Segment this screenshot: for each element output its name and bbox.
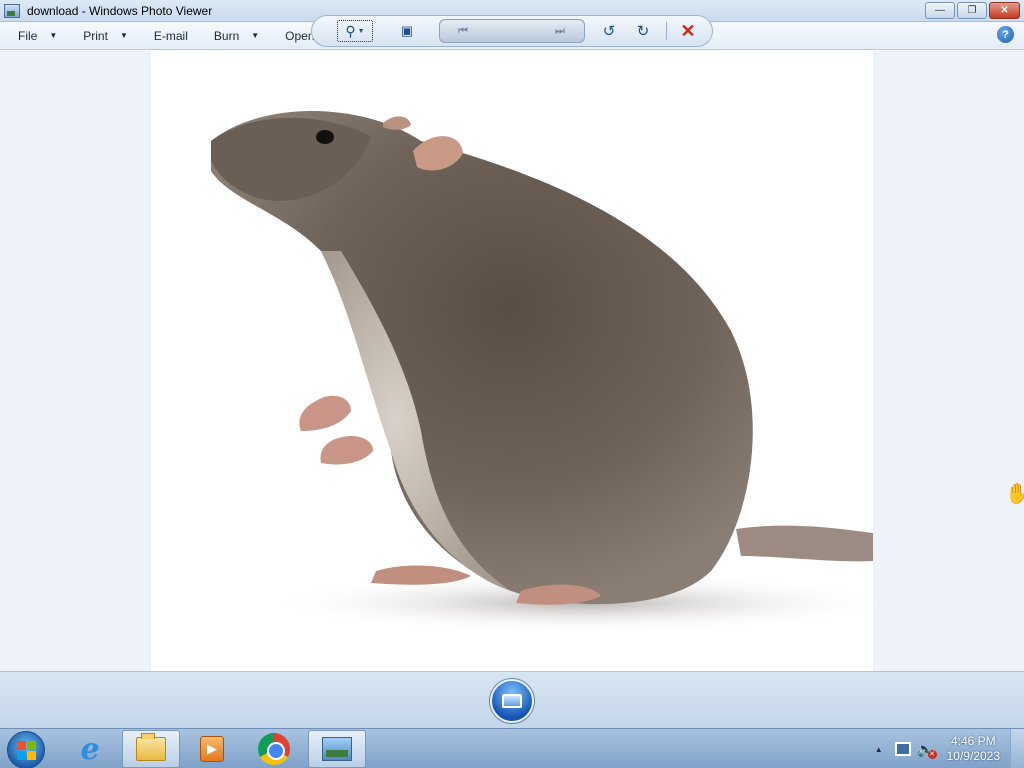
close-button[interactable]: ✕ <box>989 2 1020 19</box>
displayed-photo <box>151 51 873 671</box>
chevron-down-icon: ▼ <box>119 31 128 40</box>
muted-badge-icon: ✕ <box>927 750 937 759</box>
image-viewport[interactable]: ✋ <box>0 51 1024 671</box>
windows-logo-tile <box>26 740 36 750</box>
help-icon[interactable]: ? <box>997 26 1014 43</box>
menu-file-label: File <box>18 28 38 43</box>
chevron-down-icon: ▼ <box>357 27 365 35</box>
taskbar: e ▶ ▲ 🔈 ✕ 4:46 PM 10/9/2023 <box>0 728 1024 768</box>
clock[interactable]: 4:46 PM 10/9/2023 <box>947 734 1000 764</box>
chrome-icon <box>258 733 290 765</box>
taskbar-media-player[interactable]: ▶ <box>183 730 241 768</box>
taskbar-windows-explorer[interactable] <box>122 730 180 768</box>
taskbar-chrome[interactable] <box>245 730 303 768</box>
rotate-counterclockwise-button[interactable]: ↺ <box>598 20 620 42</box>
close-icon: ✕ <box>1000 5 1009 16</box>
menu-file[interactable]: File ▼ <box>0 22 65 50</box>
menu-email-label: E-mail <box>153 28 188 43</box>
delete-button[interactable]: ✕ <box>677 20 699 42</box>
previous-icon: ⏮ <box>458 24 468 37</box>
actual-size-icon: ▣ <box>400 23 414 38</box>
photo-viewer-icon <box>322 737 352 761</box>
show-hidden-icons-icon[interactable]: ▲ <box>875 745 883 754</box>
internet-explorer-icon: e <box>80 731 100 767</box>
slideshow-button[interactable] <box>490 679 534 723</box>
previous-button[interactable]: ⏮ <box>452 20 474 42</box>
zoom-icon: ⚲ <box>345 22 356 39</box>
media-player-icon: ▶ <box>200 736 224 762</box>
network-icon[interactable] <box>894 742 911 756</box>
system-tray: ▲ 🔈 ✕ 4:46 PM 10/9/2023 <box>875 729 1024 768</box>
windows-logo-icon <box>16 740 26 750</box>
next-button[interactable]: ⏭ <box>549 20 571 42</box>
rotate-clockwise-icon: ↻ <box>636 23 650 40</box>
actual-size-button[interactable]: ▣ <box>397 20 417 42</box>
slideshow-icon <box>502 694 522 708</box>
next-icon: ⏭ <box>555 24 565 37</box>
menu-burn[interactable]: Burn ▼ <box>196 22 267 50</box>
photo-viewer-icon <box>4 3 20 18</box>
windows-logo-tile <box>26 750 36 760</box>
menu-print[interactable]: Print ▼ <box>65 22 136 50</box>
restore-button[interactable]: ❐ <box>957 2 987 19</box>
window-controls: — ❐ ✕ <box>925 2 1020 19</box>
window-title: download - Windows Photo Viewer <box>27 3 213 18</box>
menu-print-label: Print <box>83 28 108 43</box>
menu-burn-label: Burn <box>213 28 240 43</box>
rotate-counterclockwise-icon: ↺ <box>602 23 616 40</box>
toolbar-divider <box>666 22 667 40</box>
volume-muted-icon[interactable]: 🔈 ✕ <box>917 741 937 759</box>
minimize-button[interactable]: — <box>925 2 955 19</box>
windows-explorer-icon <box>136 733 166 761</box>
menu-email[interactable]: E-mail <box>136 22 196 50</box>
delete-icon: ✕ <box>680 20 696 41</box>
show-desktop-button[interactable] <box>1010 729 1024 768</box>
windows-logo-tile <box>16 750 26 760</box>
start-button[interactable] <box>7 731 45 768</box>
clock-time: 4:46 PM <box>950 734 996 748</box>
zoom-button[interactable]: ⚲ ▼ <box>337 20 373 42</box>
clock-date: 10/9/2023 <box>946 749 1000 763</box>
chevron-down-icon: ▼ <box>251 31 260 40</box>
hand-cursor-icon: ✋ <box>1005 483 1024 505</box>
restore-icon: ❐ <box>967 5 977 16</box>
rotate-clockwise-button[interactable]: ↻ <box>632 20 654 42</box>
chevron-down-icon: ▼ <box>49 31 58 40</box>
taskbar-internet-explorer[interactable]: e <box>61 730 119 768</box>
taskbar-photo-viewer[interactable] <box>308 730 366 768</box>
minimize-icon: — <box>935 5 945 16</box>
rat-photo <box>211 111 873 633</box>
